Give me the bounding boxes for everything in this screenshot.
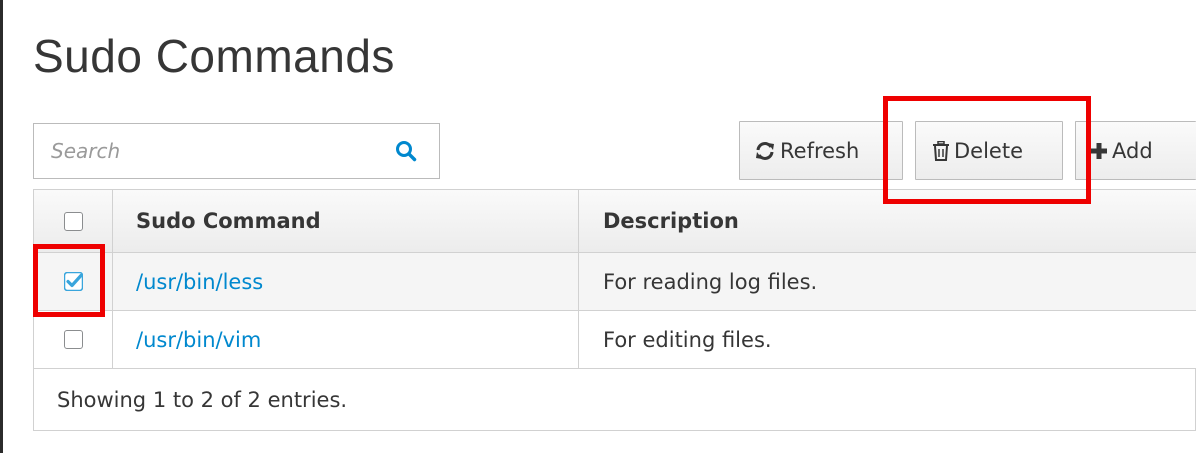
description-cell: For editing files.: [603, 327, 772, 352]
search-input[interactable]: [34, 123, 393, 179]
table-row: /usr/bin/less For reading log files.: [34, 253, 1196, 311]
search-icon[interactable]: [393, 138, 419, 164]
select-all-checkbox[interactable]: [63, 211, 83, 231]
refresh-label: Refresh: [780, 138, 860, 163]
refresh-icon: [754, 141, 776, 161]
command-cell: /usr/bin/vim: [113, 311, 579, 368]
command-link[interactable]: /usr/bin/less: [136, 270, 263, 294]
command-link[interactable]: /usr/bin/vim: [136, 328, 261, 352]
refresh-button[interactable]: Refresh: [739, 121, 903, 180]
table-footer-info: Showing 1 to 2 of 2 entries.: [34, 369, 1196, 431]
column-header-description[interactable]: Description: [579, 190, 1196, 252]
row-checkbox-checked[interactable]: [63, 272, 83, 291]
row-select-cell: [34, 253, 113, 310]
delete-button[interactable]: Delete: [915, 121, 1063, 180]
page-title: Sudo Commands: [33, 30, 395, 82]
sudo-commands-table: Sudo Command Description /usr/bin/less F…: [33, 189, 1196, 431]
description-cell: For reading log files.: [603, 269, 818, 294]
add-label: Add: [1112, 138, 1153, 163]
window-left-border: [0, 0, 3, 453]
table-row: /usr/bin/vim For editing files.: [34, 311, 1196, 369]
checkmark-icon: [63, 272, 83, 291]
column-header-sudo-command[interactable]: Sudo Command: [113, 190, 579, 252]
command-cell: /usr/bin/less: [113, 253, 579, 310]
row-select-cell: [34, 311, 113, 368]
search-box[interactable]: [33, 123, 440, 179]
trash-icon: [932, 140, 950, 161]
row-checkbox[interactable]: [63, 330, 83, 349]
table-header-row: Sudo Command Description: [34, 190, 1196, 253]
add-button[interactable]: Add: [1075, 121, 1196, 180]
delete-label: Delete: [954, 138, 1023, 163]
plus-icon: [1090, 142, 1108, 160]
select-all-cell: [34, 190, 113, 252]
